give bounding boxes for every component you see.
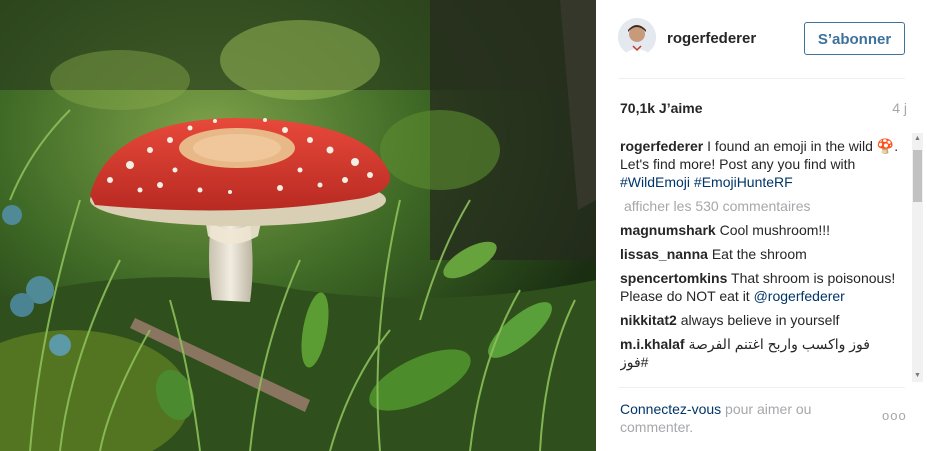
hashtag-wildemoji[interactable]: #WildEmoji [620,174,690,190]
caption-author[interactable]: rogerfederer [620,138,703,154]
comment-text: always believe in yourself [680,312,840,328]
comment-text: Eat the shroom [711,246,807,262]
header-divider [618,78,905,79]
username-link[interactable]: rogerfederer [667,30,756,47]
mushroom-emoji-icon: 🍄 [876,138,895,154]
comment-item: magnumshark Cool mushroom!!! [620,221,900,239]
likes-row: 70,1k J’aime 4 j [620,100,907,118]
comments-scrollbar[interactable]: ▲ ▼ [912,133,923,382]
scroll-thumb[interactable] [913,150,922,202]
comment-text: Cool mushroom!!! [719,222,831,238]
mushroom-photo [0,0,596,451]
scroll-down-arrow-icon[interactable]: ▼ [912,370,923,382]
comment-author[interactable]: nikkitat2 [620,312,677,328]
hashtag-emojihunterf[interactable]: #EmojiHunteRF [694,174,793,190]
comment-author[interactable]: magnumshark [620,222,716,238]
avatar[interactable] [618,18,656,56]
comment-item: m.i.khalaf فوز واكسب واربح اغتنم الفرصة … [620,335,900,371]
caption: rogerfederer I found an emoji in the wil… [620,137,900,191]
login-prompt: Connectez-vous pour aimer ou commenter. [620,400,870,436]
comment-item: nikkitat2 always believe in yourself [620,311,900,329]
comments-list[interactable]: rogerfederer I found an emoji in the wil… [620,137,900,382]
post-details-panel: rogerfederer S’abonner 70,1k J’aime 4 j … [596,0,927,451]
post-photo[interactable] [0,0,596,451]
load-more-comments-button[interactable]: afficher les 530 commentaires [624,197,900,215]
more-options-icon[interactable]: ooo [882,408,907,423]
comment-item: lissas_nanna Eat the shroom [620,245,900,263]
follow-button[interactable]: S’abonner [804,22,905,55]
scroll-up-arrow-icon[interactable]: ▲ [912,133,923,145]
comment-author[interactable]: lissas_nanna [620,246,708,262]
login-link[interactable]: Connectez-vous [620,401,721,417]
comment-author[interactable]: spencertomkins [620,270,727,286]
comment-author[interactable]: m.i.khalaf [620,336,685,352]
footer-divider [618,387,905,388]
likes-count[interactable]: 70,1k J’aime [620,100,703,116]
user-avatar-image [618,18,656,56]
post-header: rogerfederer S’abonner [596,0,927,78]
post-age[interactable]: 4 j [892,100,907,116]
comment-mention-link[interactable]: @rogerfederer [754,288,845,304]
caption-text-part1: I found an emoji in the wild [703,138,877,154]
comment-item: spencertomkins That shroom is poisonous!… [620,269,900,305]
